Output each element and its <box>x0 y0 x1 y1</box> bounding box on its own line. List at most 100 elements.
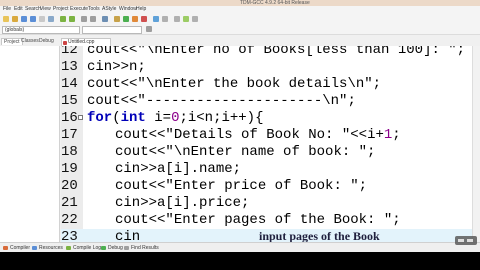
close-file-icon[interactable] <box>39 16 45 22</box>
code-token: cin <box>115 229 141 242</box>
code-line[interactable]: 12 cout<<"\nEnter no of Books[less than 1… <box>61 46 480 59</box>
video-frame: TDM-GCC 4.9.2 64-bit Release File Edit S… <box>0 0 480 270</box>
rebuild-icon[interactable] <box>141 16 147 22</box>
menu-astyle[interactable]: AStyle <box>102 6 116 13</box>
menu-execute[interactable]: Execute <box>70 6 88 13</box>
code-token: int <box>120 110 146 126</box>
code-line[interactable]: 15 cout<<"---------------------\n"; <box>61 93 480 110</box>
line-number: 19 <box>61 161 78 177</box>
code-token: "\nEnter the book details\n"; <box>137 76 382 92</box>
redo-icon[interactable] <box>69 16 75 22</box>
video-player-control[interactable] <box>455 236 477 245</box>
code-token: "Enter pages of the Book: "; <box>165 212 401 228</box>
menu-search[interactable]: Search <box>25 6 41 13</box>
function-select[interactable] <box>82 26 142 34</box>
toolbar-extra-icon[interactable] <box>146 26 152 32</box>
new-file-icon[interactable] <box>3 16 9 22</box>
debug-icon[interactable] <box>153 16 159 22</box>
code-token: cout<< <box>115 178 166 194</box>
code-token: "Enter price of Book: "; <box>165 178 368 194</box>
editor-file-tab[interactable]: Untitled.cpp <box>61 38 111 46</box>
ide-window: TDM-GCC 4.9.2 64-bit Release File Edit S… <box>0 0 480 252</box>
tab-debug-bottom-label: Debug <box>108 245 123 251</box>
menu-window[interactable]: Window <box>119 6 137 13</box>
toolbar: (globals) <box>0 13 480 35</box>
compiler-icon <box>3 246 8 250</box>
code-text: cout<<"\nEnter the book details\n"; <box>87 76 381 93</box>
code-token: "Details of Book No: " <box>165 127 351 143</box>
save-all-icon[interactable] <box>30 16 36 22</box>
code-line[interactable]: 22 cout<<"Enter pages of the Book: "; <box>61 212 480 229</box>
line-number: 12 <box>61 46 78 58</box>
project-panel <box>0 46 60 242</box>
replace-icon[interactable] <box>90 16 96 22</box>
code-editor[interactable]: 12 cout<<"\nEnter no of Books[less than 1… <box>61 46 480 242</box>
tab-find-results[interactable]: Find Results <box>124 244 159 252</box>
menu-view[interactable]: View <box>40 6 51 13</box>
tab-compile-log[interactable]: Compile Log <box>66 244 101 252</box>
run-icon[interactable] <box>123 16 129 22</box>
code-token: <<i+ <box>350 127 384 143</box>
code-text: cout<<"\nEnter name of book: "; <box>115 144 375 161</box>
tab-compiler-label: Compiler <box>10 245 31 251</box>
video-caption: input pages of the Book <box>259 229 380 242</box>
code-token: cout<< <box>87 93 138 109</box>
line-number: 20 <box>61 178 78 194</box>
code-line[interactable]: 18 cout<<"\nEnter name of book: "; <box>61 144 480 161</box>
tab-compiler[interactable]: Compiler <box>3 244 30 252</box>
code-line[interactable]: 14 cout<<"\nEnter the book details\n"; <box>61 76 480 93</box>
code-text: cin>>a[i].name; <box>115 161 241 178</box>
code-token: ;i<n;i++){ <box>179 110 264 126</box>
menu-file[interactable]: File <box>3 6 11 13</box>
line-number: 18 <box>61 144 78 160</box>
vertical-scrollbar[interactable] <box>472 46 480 242</box>
print-icon[interactable] <box>48 16 54 22</box>
menu-tools[interactable]: Tools <box>88 6 100 13</box>
left-panel-tabs: Project Classes Debug <box>0 36 60 46</box>
toggle-bookmark-icon[interactable] <box>192 16 198 22</box>
open-file-icon[interactable] <box>12 16 18 22</box>
code-text: cout<<"Details of Book No: "<<i+1; <box>115 127 401 144</box>
save-icon[interactable] <box>21 16 27 22</box>
tab-debug-bottom[interactable]: Debug <box>101 244 123 252</box>
cpp-file-icon <box>63 41 67 45</box>
debug-bottom-icon <box>101 246 106 250</box>
menu-help[interactable]: Help <box>136 6 146 13</box>
code-token: cout<< <box>115 144 166 160</box>
fold-toggle-icon[interactable] <box>78 115 83 120</box>
code-line[interactable]: 21 cin>>a[i].price; <box>61 195 480 212</box>
code-token: i= <box>145 110 172 126</box>
tab-resources[interactable]: Resources <box>32 244 63 252</box>
line-number: 15 <box>61 93 78 109</box>
menu-edit[interactable]: Edit <box>14 6 23 13</box>
code-token: for <box>87 110 113 126</box>
find-results-icon <box>124 246 129 250</box>
tab-find-results-label: Find Results <box>131 245 159 251</box>
insert-icon[interactable] <box>183 16 189 22</box>
code-text: cin>>a[i].price; <box>115 195 249 212</box>
profile-icon[interactable] <box>162 16 168 22</box>
code-line[interactable]: 17 cout<<"Details of Book No: "<<i+1; <box>61 127 480 144</box>
code-text: cout<<"---------------------\n"; <box>87 93 356 110</box>
menu-project[interactable]: Project <box>53 6 69 13</box>
compile-run-icon[interactable] <box>132 16 138 22</box>
find-icon[interactable] <box>81 16 87 22</box>
code-line[interactable]: 16 for(int i=0;i<n;i++){ <box>61 110 480 127</box>
tab-compile-log-label: Compile Log <box>73 245 102 251</box>
code-line[interactable]: 13 cin>>n; <box>61 59 480 76</box>
code-token: cout<< <box>115 212 166 228</box>
code-line[interactable]: 19 cin>>a[i].name; <box>61 161 480 178</box>
tab-debug[interactable]: Debug <box>37 38 56 45</box>
goto-icon[interactable] <box>102 16 108 22</box>
undo-icon[interactable] <box>60 16 66 22</box>
line-number: 21 <box>61 195 78 211</box>
new-class-icon[interactable] <box>174 16 180 22</box>
code-token: cout<< <box>87 46 138 58</box>
player-bar-icon-2 <box>467 239 473 242</box>
code-text: cout<<"\nEnter no of Books[less than 100… <box>87 46 465 59</box>
code-token: "\nEnter no of Books[less than 100]: "; <box>137 46 466 58</box>
code-line[interactable]: 20 cout<<"Enter price of Book: "; <box>61 178 480 195</box>
compile-icon[interactable] <box>114 16 120 22</box>
file-tab-label: Untitled.cpp <box>68 39 95 45</box>
scope-select[interactable]: (globals) <box>2 26 80 34</box>
